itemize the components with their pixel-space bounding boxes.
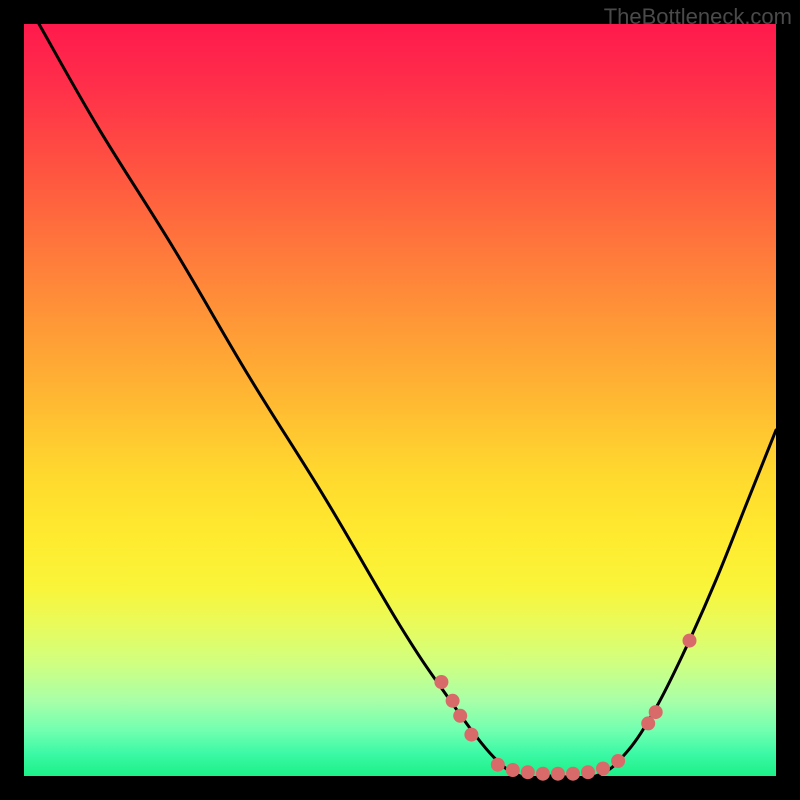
curve-marker <box>596 762 610 776</box>
curve-marker <box>491 758 505 772</box>
curve-marker <box>434 675 448 689</box>
curve-marker <box>566 767 580 781</box>
curve-marker <box>683 634 697 648</box>
curve-markers <box>434 634 696 781</box>
curve-marker <box>611 754 625 768</box>
curve-marker <box>581 765 595 779</box>
curve-marker <box>446 694 460 708</box>
bottleneck-curve <box>39 24 776 778</box>
curve-marker <box>536 767 550 781</box>
chart-frame <box>24 24 776 776</box>
curve-marker <box>521 765 535 779</box>
curve-marker <box>551 767 565 781</box>
chart-svg <box>24 24 776 776</box>
curve-marker <box>506 763 520 777</box>
curve-marker <box>464 728 478 742</box>
curve-marker <box>453 709 467 723</box>
curve-marker <box>649 705 663 719</box>
